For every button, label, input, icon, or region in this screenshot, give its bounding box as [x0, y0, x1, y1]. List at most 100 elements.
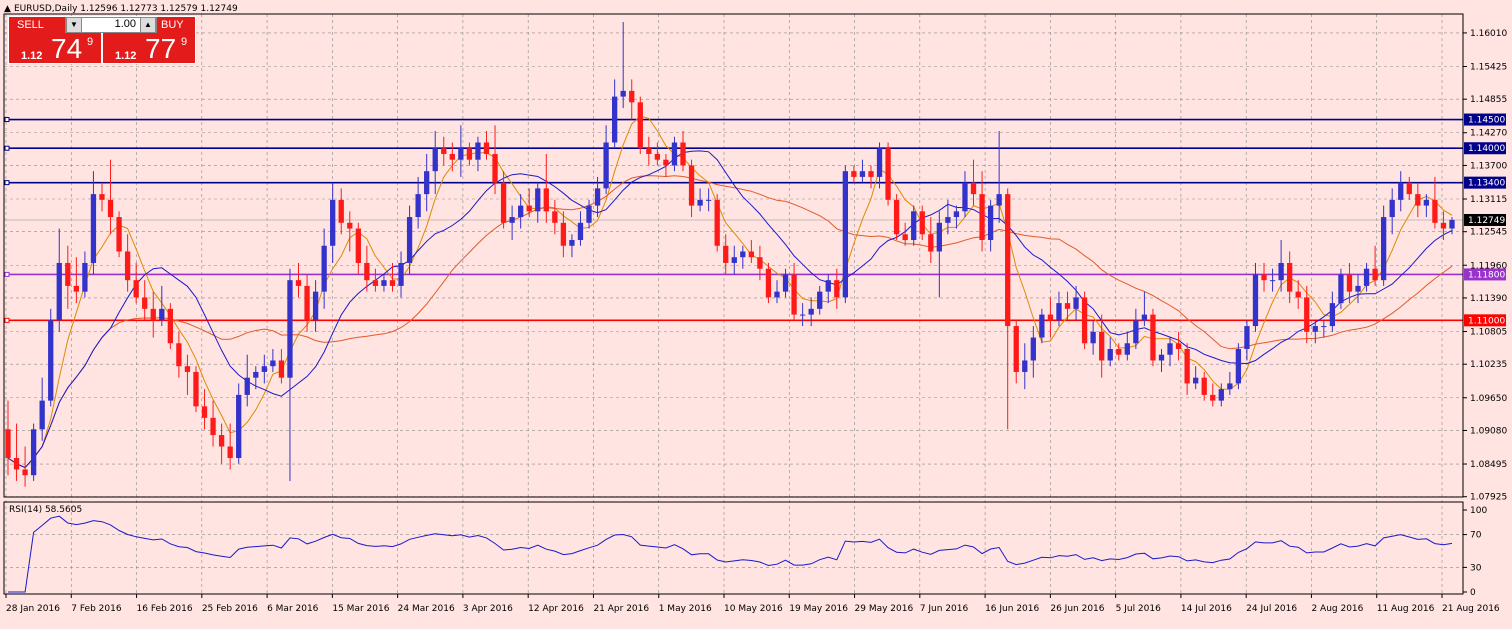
candle-body: [1304, 297, 1310, 332]
candle-body: [612, 96, 618, 143]
candle-body: [911, 211, 917, 241]
rsi-label: RSI(14) 58.5605: [9, 505, 82, 515]
candle-body: [1380, 217, 1387, 281]
y-tick-label: 1.13115: [1470, 195, 1507, 205]
candle-body: [441, 148, 447, 154]
level-price-label: 1.14000: [1468, 144, 1505, 154]
candle-body: [936, 222, 942, 252]
y-tick-label: 1.14855: [1470, 95, 1507, 105]
level-price-label: 1.11800: [1468, 270, 1505, 280]
candle-body: [1022, 360, 1028, 372]
candle-body: [107, 199, 114, 218]
candle-body: [1124, 343, 1130, 355]
candle-body: [586, 205, 592, 223]
candle-body: [338, 199, 344, 223]
y-tick-label: 1.14270: [1470, 129, 1507, 139]
candle-body: [184, 366, 191, 372]
candle-body: [782, 274, 789, 292]
buy-label: BUY: [161, 19, 184, 31]
candle-body: [458, 148, 464, 160]
x-tick-label: 7 Jun 2016: [920, 604, 969, 614]
candle-body: [1116, 349, 1122, 355]
chart-canvas[interactable]: 1.145001.140001.134001.118001.110001.127…: [0, 0, 1512, 624]
candle-body: [518, 205, 524, 218]
candle-body: [868, 171, 874, 177]
decrease-lot-icon[interactable]: ▼: [66, 18, 82, 32]
candle-body: [919, 211, 925, 235]
candle-body: [620, 90, 626, 97]
candle-body: [979, 194, 985, 241]
candle-body: [688, 165, 695, 206]
x-tick-label: 12 Apr 2016: [528, 604, 584, 614]
candle-body: [1295, 291, 1301, 298]
candle-body: [244, 377, 250, 395]
increase-lot-icon[interactable]: ▲: [140, 18, 156, 32]
candle-body: [1175, 343, 1182, 350]
lot-size-input[interactable]: ▼ 1.00 ▲: [65, 17, 157, 33]
x-tick-label: 29 May 2016: [855, 604, 914, 614]
candle-body: [757, 257, 763, 269]
candle-body: [1090, 331, 1096, 344]
candle-body: [389, 280, 396, 286]
candle-body: [1150, 314, 1156, 361]
candle-body: [287, 280, 293, 378]
candle-body: [885, 148, 891, 200]
candle-body: [321, 245, 327, 292]
candle-body: [449, 153, 455, 160]
candle-body: [928, 234, 934, 252]
y-tick-label: 1.15425: [1470, 62, 1507, 72]
candle-body: [167, 308, 173, 344]
candle-body: [1287, 262, 1293, 292]
x-tick-label: 16 Feb 2016: [137, 604, 193, 614]
candle-body: [996, 194, 1002, 206]
candle-body: [1338, 274, 1344, 304]
candle-body: [953, 211, 960, 218]
candle-body: [90, 194, 97, 263]
x-tick-label: 2 Aug 2016: [1311, 604, 1363, 614]
candle-body: [1107, 349, 1113, 361]
x-tick-label: 11 Aug 2016: [1377, 604, 1435, 614]
candle-body: [500, 182, 507, 223]
candle-body: [1312, 326, 1318, 332]
candle-body: [851, 171, 857, 177]
x-tick-label: 21 Apr 2016: [593, 604, 649, 614]
candle-body: [1167, 343, 1173, 355]
x-tick-label: 19 May 2016: [789, 604, 848, 614]
candle-body: [1184, 349, 1190, 384]
y-tick-label: 1.08495: [1470, 460, 1507, 470]
collapse-triangle-icon[interactable]: ▲: [4, 4, 11, 14]
candle-body: [526, 205, 532, 212]
candle-body: [1039, 314, 1045, 338]
candle-body: [1406, 182, 1412, 195]
candle-body: [1099, 331, 1105, 361]
candle-body: [646, 148, 652, 154]
candle-body: [1056, 303, 1062, 321]
candle-body: [261, 366, 267, 372]
x-tick-label: 14 Jul 2016: [1181, 604, 1232, 614]
candle-body: [663, 159, 669, 166]
candle-body: [236, 394, 242, 458]
candle-body: [201, 406, 208, 418]
candle-body: [116, 217, 122, 252]
candle-body: [740, 251, 746, 258]
candle-body: [791, 274, 797, 315]
candle-body: [1193, 377, 1199, 384]
y-tick-label: 1.10805: [1470, 328, 1507, 338]
candle-body: [295, 280, 302, 286]
candle-body: [176, 343, 182, 367]
candle-body: [1064, 303, 1071, 309]
candle-body: [475, 142, 481, 160]
sell-label: SELL: [17, 19, 44, 31]
x-tick-label: 6 Mar 2016: [267, 604, 319, 614]
candle-body: [723, 245, 729, 263]
candle-body: [347, 222, 353, 229]
candle-body: [859, 171, 866, 177]
candle-body: [210, 417, 216, 436]
candle-body: [671, 142, 678, 166]
y-tick-label: 1.10235: [1470, 360, 1507, 370]
candle-body: [73, 285, 80, 292]
candle-body: [987, 205, 994, 241]
candle-body: [424, 171, 430, 195]
candle-body: [705, 199, 712, 201]
candle-body: [1201, 377, 1207, 395]
